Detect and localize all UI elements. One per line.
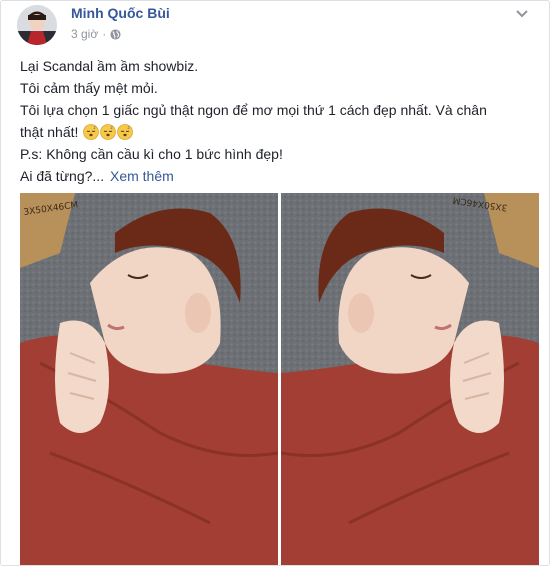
post-line-1: Lại Scandal ầm ầm showbiz. [20, 58, 199, 74]
globe-icon[interactable] [110, 28, 121, 40]
post-line-6: Ai đã từng?... Xem thêm [20, 165, 540, 187]
post-text: Lại Scandal ầm ầm showbiz. Tôi cảm thấy … [20, 55, 540, 187]
post-line-4: thật nhất! z z z [20, 121, 540, 143]
svg-text:z: z [128, 125, 130, 130]
meta-separator: · [102, 27, 107, 41]
svg-text:z: z [111, 125, 113, 130]
post-meta: 3 giờ · [71, 27, 121, 41]
post-line-5: P.s: Không cần cầu kì cho 1 bức hình đẹp… [20, 146, 283, 162]
sleeping-face-icon: z [100, 124, 117, 140]
post-header: Minh Quốc Bùi 3 giờ · [15, 3, 535, 49]
author-avatar[interactable] [17, 5, 57, 45]
post-line-2: Tôi cảm thấy mệt mỏi. [20, 80, 158, 96]
post-photo-left[interactable]: 3X50X46CM [20, 193, 278, 565]
post-photo-right[interactable]: 3X50X46CM [281, 193, 539, 565]
post-line-3: Tôi lựa chọn 1 giấc ngủ thật ngon để mơ … [20, 102, 487, 118]
chevron-down-icon[interactable] [513, 7, 531, 21]
see-more-link[interactable]: Xem thêm [110, 168, 174, 184]
post-time[interactable]: 3 giờ [71, 27, 98, 41]
author-name[interactable]: Minh Quốc Bùi [71, 5, 170, 21]
sleeping-face-icon: z [117, 124, 134, 140]
post-card: Minh Quốc Bùi 3 giờ · Lại Scandal ầm ầm … [0, 0, 550, 566]
post-line-4-text: thật nhất! [20, 124, 79, 140]
post-line-6-text: Ai đã từng?... [20, 168, 105, 184]
post-photos: 3X50X46CM 3X50X46CM [20, 193, 539, 565]
svg-text:z: z [94, 125, 96, 130]
sleeping-face-icon: z [83, 124, 100, 140]
